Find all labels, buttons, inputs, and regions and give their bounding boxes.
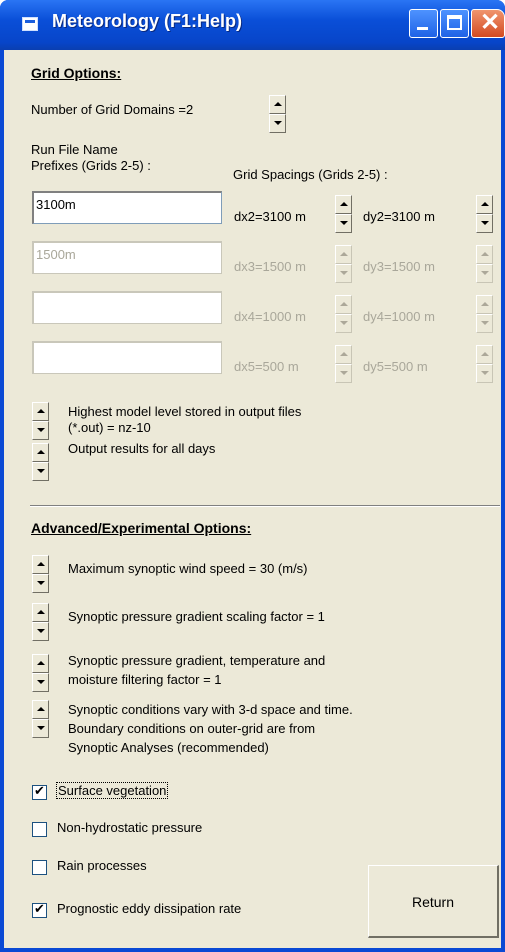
- surface-vegetation-checkbox[interactable]: [32, 783, 47, 800]
- non-hydrostatic-label: Non-hydrostatic pressure: [57, 820, 203, 835]
- pressure-scaling-label: Synoptic pressure gradient scaling facto…: [68, 609, 325, 624]
- window-bottom-border: [0, 948, 505, 952]
- meteorology-window: Meteorology (F1:Help) ✕ Grid Options: Nu…: [0, 0, 505, 952]
- prefix-label-line1: Run File Name: [31, 142, 118, 157]
- spin-up-button[interactable]: [269, 95, 286, 114]
- app-icon: [22, 17, 38, 31]
- eddy-dissipation-label: Prognostic eddy dissipation rate: [57, 901, 242, 916]
- maximize-button[interactable]: [440, 9, 469, 38]
- prefix-input-grid2[interactable]: 3100m: [32, 191, 222, 224]
- prefix-input-grid3[interactable]: 1500m: [32, 241, 222, 274]
- spin-down-button[interactable]: [476, 314, 493, 333]
- filtering-factor-label-line1: Synoptic pressure gradient, temperature …: [68, 653, 326, 668]
- non-hydrostatic-checkbox[interactable]: [32, 822, 47, 837]
- pressure-scaling-spinner[interactable]: [32, 603, 49, 641]
- highest-level-label-line1: Highest model level stored in output fil…: [68, 404, 302, 419]
- spin-up-button[interactable]: [32, 402, 49, 421]
- spin-down-button[interactable]: [476, 214, 493, 233]
- spin-up-button[interactable]: [335, 295, 352, 314]
- spin-down-button[interactable]: [476, 364, 493, 383]
- spin-up-button[interactable]: [32, 654, 49, 673]
- output-days-label: Output results for all days: [68, 441, 216, 456]
- spin-down-button[interactable]: [32, 421, 49, 440]
- maximize-icon: [447, 15, 462, 30]
- dx3-label: dx3=1500 m: [234, 259, 306, 274]
- dy2-spinner[interactable]: [476, 195, 493, 233]
- spin-down-button[interactable]: [32, 673, 49, 692]
- close-icon: ✕: [480, 9, 501, 36]
- filtering-factor-label-line2: moisture filtering factor = 1: [68, 672, 222, 687]
- spin-up-button[interactable]: [32, 603, 49, 622]
- dy4-label: dy4=1000 m: [363, 309, 435, 324]
- spin-up-button[interactable]: [32, 555, 49, 574]
- spin-down-button[interactable]: [32, 719, 49, 738]
- dx3-spinner[interactable]: [335, 245, 352, 283]
- prefix-input-grid5[interactable]: [32, 341, 222, 374]
- spin-down-button[interactable]: [335, 264, 352, 283]
- spin-down-button[interactable]: [335, 314, 352, 333]
- dx2-label: dx2=3100 m: [234, 209, 306, 224]
- title-bar[interactable]: Meteorology (F1:Help) ✕: [0, 0, 505, 50]
- close-button[interactable]: ✕: [471, 9, 505, 38]
- grid-options-heading: Grid Options:: [31, 65, 122, 81]
- dx4-spinner[interactable]: [335, 295, 352, 333]
- minimize-button[interactable]: [409, 9, 438, 38]
- spin-down-button[interactable]: [32, 462, 49, 481]
- spin-up-button[interactable]: [335, 195, 352, 214]
- filtering-factor-spinner[interactable]: [32, 654, 49, 692]
- prefix-input-grid4[interactable]: [32, 291, 222, 324]
- output-days-spinner[interactable]: [32, 443, 49, 481]
- prefix-label-line2: Prefixes (Grids 2-5) :: [31, 158, 151, 173]
- spin-down-button[interactable]: [335, 214, 352, 233]
- dialog-body: Grid Options: Number of Grid Domains =2 …: [4, 50, 501, 948]
- advanced-options-heading: Advanced/Experimental Options:: [31, 520, 252, 536]
- synoptic-conditions-line2: Boundary conditions on outer-grid are fr…: [68, 721, 316, 736]
- synoptic-conditions-spinner[interactable]: [32, 700, 49, 738]
- surface-vegetation-label-wrap: Surface vegetation: [56, 782, 169, 799]
- synoptic-conditions-line3: Synoptic Analyses (recommended): [68, 740, 269, 755]
- spin-up-button[interactable]: [32, 700, 49, 719]
- grid-spacings-label: Grid Spacings (Grids 2-5) :: [233, 167, 388, 182]
- dx5-spinner[interactable]: [335, 345, 352, 383]
- dy4-spinner[interactable]: [476, 295, 493, 333]
- spin-up-button[interactable]: [476, 195, 493, 214]
- dy2-label: dy2=3100 m: [363, 209, 435, 224]
- spin-up-button[interactable]: [32, 443, 49, 462]
- dx5-label: dx5=500 m: [234, 359, 299, 374]
- synoptic-conditions-line1: Synoptic conditions vary with 3-d space …: [68, 702, 353, 717]
- spin-down-button[interactable]: [32, 622, 49, 641]
- spin-up-button[interactable]: [335, 245, 352, 264]
- max-wind-spinner[interactable]: [32, 555, 49, 593]
- dy3-spinner[interactable]: [476, 245, 493, 283]
- dy5-label: dy5=500 m: [363, 359, 428, 374]
- spin-up-button[interactable]: [476, 345, 493, 364]
- grid-domains-spinner[interactable]: [269, 95, 286, 133]
- minimize-icon: [417, 27, 428, 30]
- highest-level-spinner[interactable]: [32, 402, 49, 440]
- spin-up-button[interactable]: [476, 245, 493, 264]
- spin-down-button[interactable]: [269, 114, 286, 133]
- spin-down-button[interactable]: [476, 264, 493, 283]
- spin-down-button[interactable]: [335, 364, 352, 383]
- section-divider: [30, 505, 500, 507]
- dx2-spinner[interactable]: [335, 195, 352, 233]
- surface-vegetation-label: Surface vegetation: [56, 782, 169, 799]
- grid-domains-label: Number of Grid Domains =2: [31, 102, 194, 117]
- window-title: Meteorology (F1:Help): [52, 11, 243, 31]
- eddy-dissipation-checkbox[interactable]: [32, 901, 47, 918]
- spin-up-button[interactable]: [335, 345, 352, 364]
- dy3-label: dy3=1500 m: [363, 259, 435, 274]
- highest-level-label-line2: (*.out) = nz-10: [68, 420, 151, 435]
- return-button[interactable]: Return: [368, 865, 499, 938]
- rain-processes-label: Rain processes: [57, 858, 147, 873]
- rain-processes-checkbox[interactable]: [32, 860, 47, 875]
- dx4-label: dx4=1000 m: [234, 309, 306, 324]
- dy5-spinner[interactable]: [476, 345, 493, 383]
- spin-up-button[interactable]: [476, 295, 493, 314]
- spin-down-button[interactable]: [32, 574, 49, 593]
- max-wind-label: Maximum synoptic wind speed = 30 (m/s): [68, 561, 308, 576]
